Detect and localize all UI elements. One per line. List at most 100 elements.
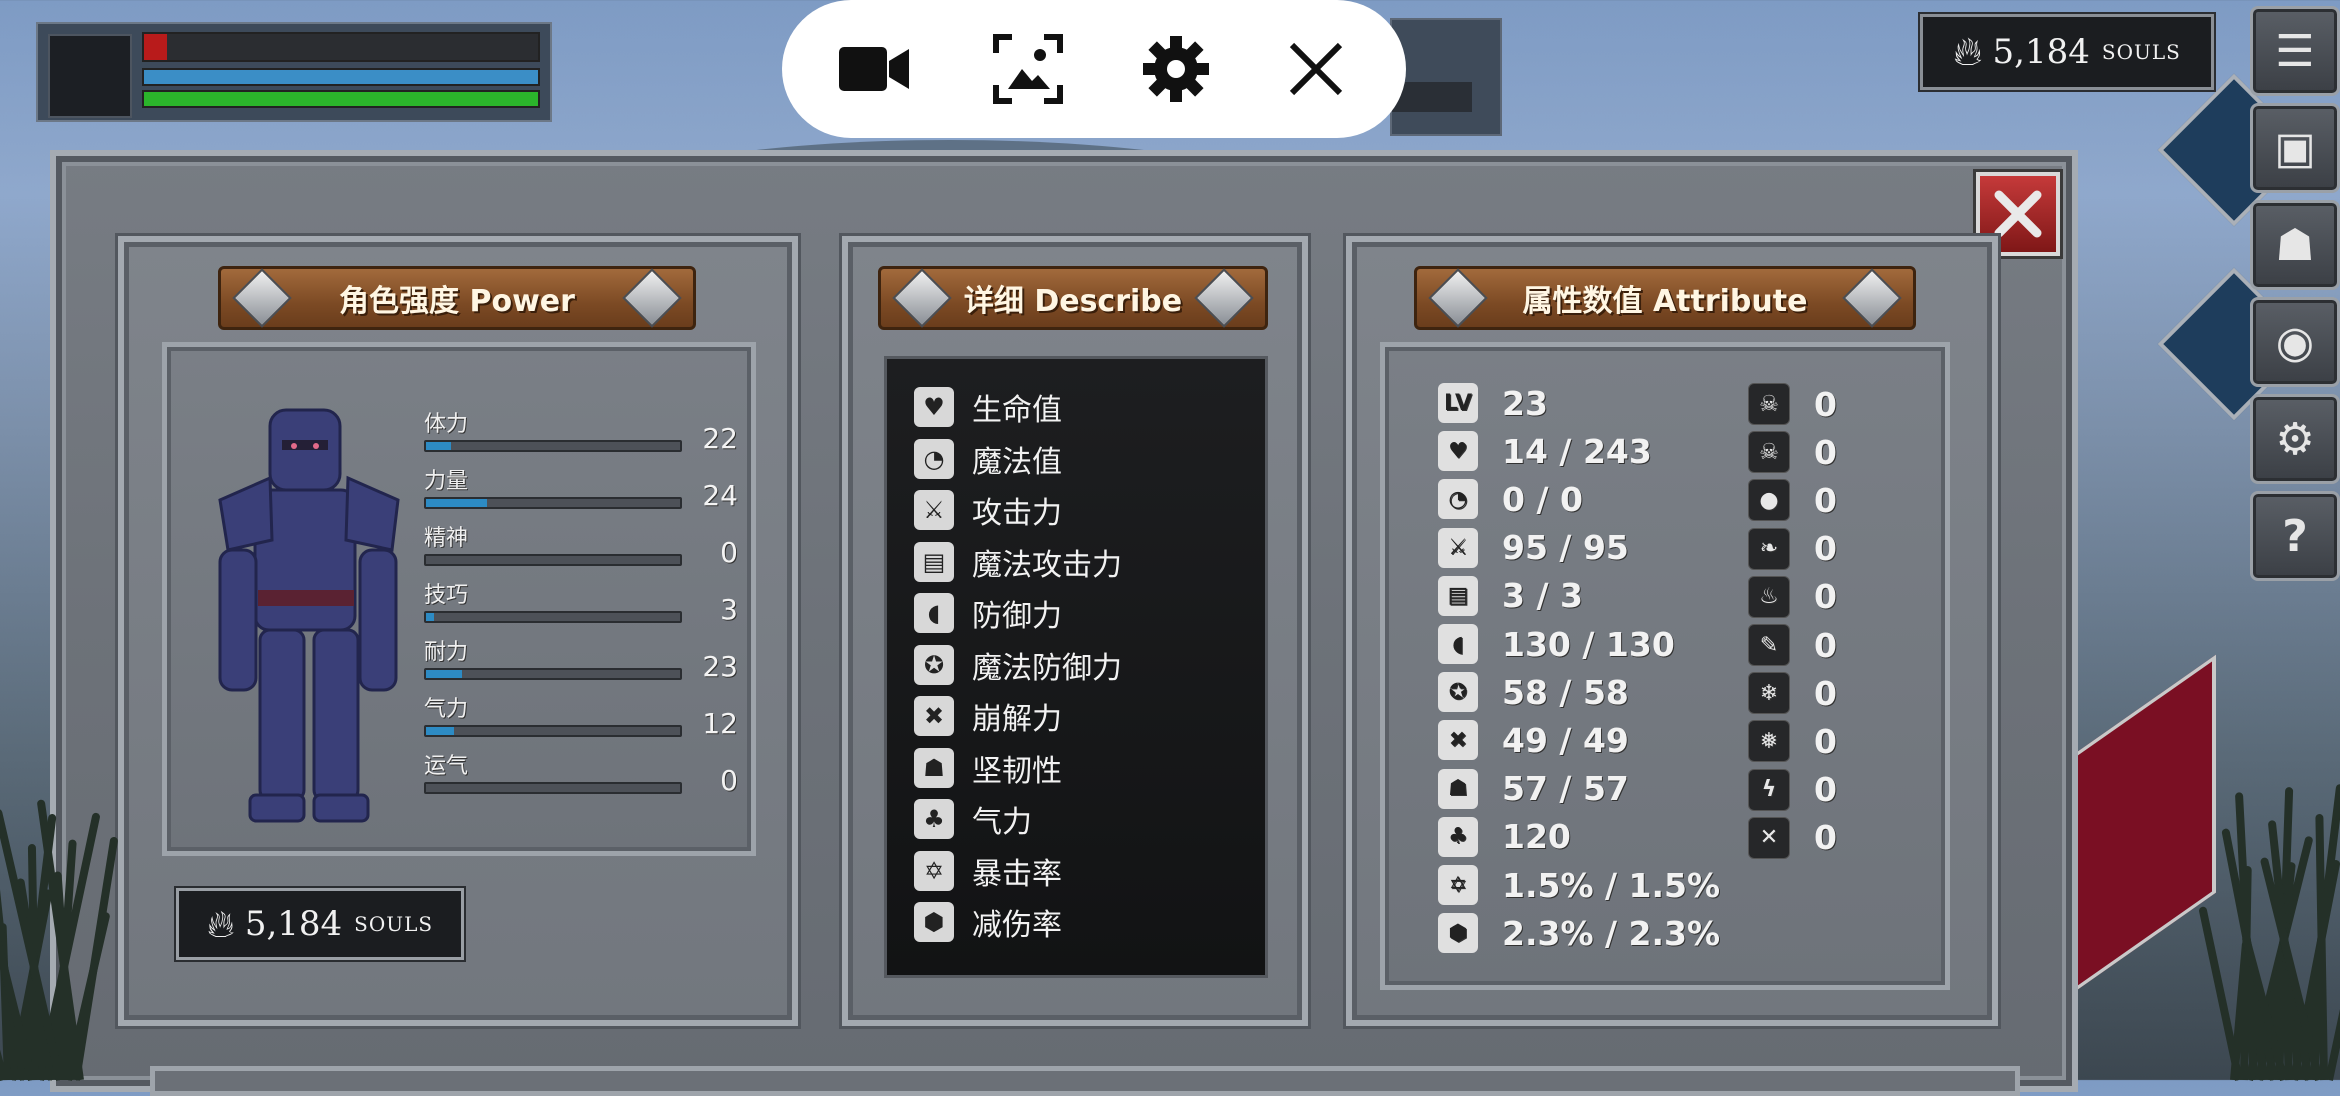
- gear-settings-icon: ⚙: [2275, 413, 2315, 465]
- rivet-icon: [232, 268, 292, 328]
- rivet-icon: [622, 268, 682, 328]
- resistance-row: ✎ 0: [1748, 624, 1837, 666]
- attribute-title-text: 属性数值 Attribute: [1522, 284, 1808, 319]
- resistance-value: 0: [1814, 480, 1837, 520]
- attribute-panel-title: 属性数值 Attribute: [1414, 266, 1916, 330]
- menu-list-icon: ☰: [2275, 25, 2315, 77]
- attribute-row: ♥ 14 / 243: [1438, 431, 1652, 472]
- attribute-row: LV 23: [1438, 383, 1548, 423]
- target-bar: [1392, 82, 1472, 112]
- describe-label: 生命值: [972, 393, 1062, 428]
- stat-value: 3: [720, 593, 738, 626]
- fire-icon: 🔥︎: [206, 901, 235, 946]
- resistance-value: 0: [1814, 529, 1837, 569]
- describe-item: ⚔ 攻击力: [914, 488, 1062, 532]
- stat-value: 24: [702, 479, 738, 512]
- stat-bar-fill: [426, 499, 487, 507]
- stat-row: 气力 12: [424, 691, 738, 740]
- shield-icon: ◖: [1438, 624, 1478, 664]
- shield-icon: ◖: [914, 593, 954, 633]
- sword-icon: ⚔: [1438, 527, 1478, 568]
- frostbite-icon: ❅: [1748, 720, 1790, 763]
- stat-bar: [424, 782, 682, 794]
- frost-icon: ❄: [1748, 672, 1790, 715]
- stat-value: 0: [720, 764, 738, 797]
- settings-icon: [1143, 36, 1209, 102]
- magic-shield-icon: ✪: [914, 644, 954, 685]
- resistance-value: 0: [1814, 770, 1837, 810]
- resistance-value: 0: [1814, 818, 1837, 858]
- break-axe-icon: ✖: [1438, 720, 1478, 761]
- screenshot-button[interactable]: [988, 34, 1068, 104]
- attribute-value: 58 / 58: [1502, 672, 1629, 712]
- skills-emblem-icon: ◉: [2275, 316, 2315, 368]
- attribute-value: 0 / 0: [1502, 479, 1583, 519]
- helmet-equipment-icon: ☗: [2275, 219, 2315, 271]
- spellbook-icon: ▤: [914, 541, 954, 582]
- resistance-row: ♨ 0: [1748, 575, 1837, 618]
- power-panel-title: 角色强度 Power: [218, 266, 696, 330]
- attribute-value: 95 / 95: [1502, 528, 1629, 568]
- gear-settings-button[interactable]: ⚙: [2250, 394, 2340, 484]
- target-status-hud: [1390, 18, 1502, 136]
- break-axe-icon: ✖: [914, 696, 954, 736]
- help-button[interactable]: ?: [2250, 491, 2340, 581]
- attribute-row: ◔ 0 / 0: [1438, 479, 1583, 520]
- close-icon: [1289, 42, 1343, 96]
- stat-bar: [424, 554, 682, 566]
- stamina-bar: [142, 90, 540, 108]
- describe-label: 气力: [972, 805, 1032, 840]
- describe-item: ✪ 魔法防御力: [914, 643, 1122, 687]
- stat-row: 精神 0: [424, 520, 738, 569]
- describe-label: 暴击率: [972, 856, 1062, 892]
- crit-star-icon: ✡: [914, 850, 954, 891]
- magic-shield-icon: ✪: [1438, 672, 1478, 713]
- attribute-row: ◖ 130 / 130: [1438, 624, 1675, 664]
- record-video-button[interactable]: [834, 34, 914, 104]
- skills-emblem-button[interactable]: ◉: [2250, 297, 2340, 387]
- souls-unit: SOULS: [2101, 40, 2181, 64]
- helmet-icon: ☗: [1438, 768, 1478, 809]
- fire-icon: 🔥︎: [1953, 29, 1983, 75]
- stat-value: 0: [720, 536, 738, 569]
- souls-value: 5,184: [1992, 32, 2090, 72]
- lungs-icon: ♣: [914, 799, 954, 839]
- souls-counter: 🔥︎ 5,184 SOULS: [176, 888, 464, 960]
- helmet-equipment-button[interactable]: ☗: [2250, 200, 2340, 290]
- attribute-row: ⚔ 95 / 95: [1438, 527, 1629, 568]
- resistance-row: ❄ 0: [1748, 672, 1837, 715]
- mana-bar: [142, 68, 540, 86]
- describe-label: 魔法值: [972, 444, 1062, 480]
- describe-label: 坚韧性: [972, 753, 1062, 789]
- lungs-icon: ♣: [1438, 816, 1478, 857]
- brain-icon: ◔: [1438, 479, 1478, 520]
- resistance-value: 0: [1814, 673, 1837, 713]
- attribute-value: 57 / 57: [1502, 769, 1629, 809]
- inventory-button[interactable]: ▣: [2250, 103, 2340, 193]
- grass-blade: [2198, 906, 2243, 1081]
- stat-value: 22: [702, 422, 738, 455]
- describe-panel-title: 详细 Describe: [878, 266, 1268, 330]
- attribute-row: ♣ 120: [1438, 816, 1571, 857]
- record-settings-button[interactable]: [1136, 34, 1216, 104]
- attribute-row: ✖ 49 / 49: [1438, 720, 1629, 761]
- attribute-row: ⬢ 2.3% / 2.3%: [1438, 913, 1721, 954]
- attribute-row: ✡ 1.5% / 1.5%: [1438, 865, 1720, 905]
- souls-value: 5,184: [244, 904, 343, 944]
- attribute-value: 2.3% / 2.3%: [1502, 913, 1721, 953]
- slash-drop-icon: ❧: [1748, 527, 1790, 570]
- describe-label: 魔法防御力: [972, 650, 1122, 686]
- menu-list-button[interactable]: ☰: [2250, 6, 2340, 96]
- resistance-value: 0: [1814, 625, 1837, 665]
- describe-item: ☗ 坚韧性: [914, 746, 1062, 790]
- burn-icon: ✎: [1748, 624, 1790, 666]
- attribute-value: 130 / 130: [1502, 624, 1675, 664]
- help-icon: ?: [2282, 510, 2308, 562]
- souls-counter-top: 🔥︎ 5,184 SOULS: [1920, 14, 2214, 90]
- reduction-badge-icon: ⬢: [914, 902, 954, 942]
- attribute-row: ▤ 3 / 3: [1438, 575, 1583, 616]
- player-portrait: [48, 34, 132, 118]
- stat-row: 耐力 23: [424, 634, 738, 683]
- record-close-button[interactable]: [1276, 34, 1356, 104]
- resistance-value: 0: [1814, 721, 1837, 761]
